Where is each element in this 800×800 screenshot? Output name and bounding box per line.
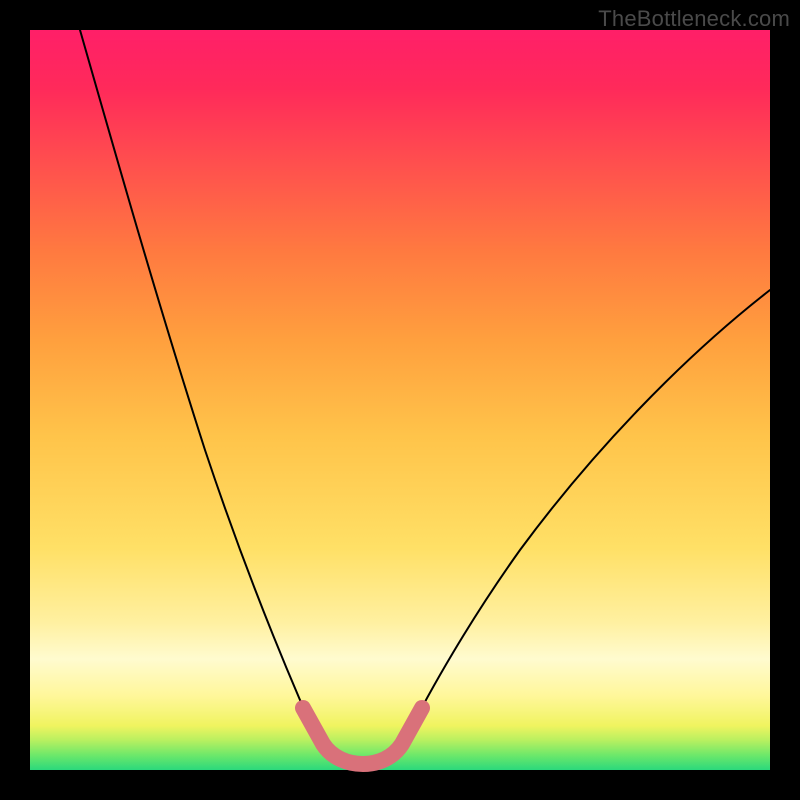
plot-area <box>30 30 770 770</box>
watermark-text: TheBottleneck.com <box>598 6 790 32</box>
highlight-u <box>303 708 422 764</box>
curve-svg <box>30 30 770 770</box>
curve-left <box>80 30 320 740</box>
curve-right <box>405 290 770 740</box>
chart-frame: TheBottleneck.com <box>0 0 800 800</box>
